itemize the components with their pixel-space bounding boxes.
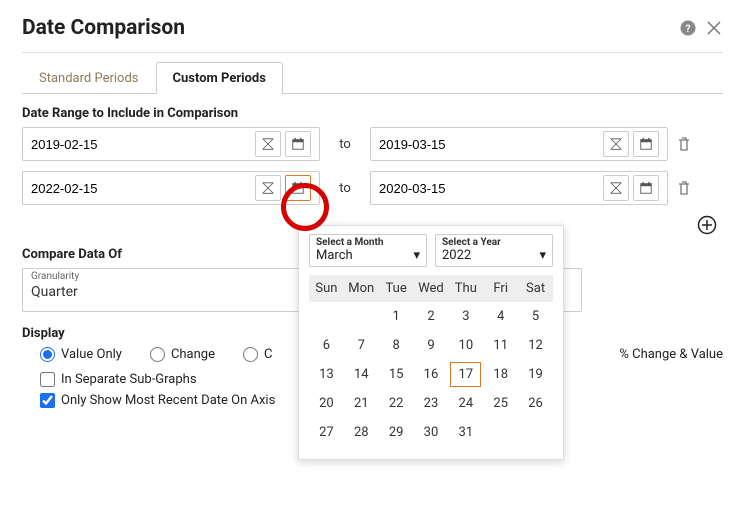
calendar-day[interactable]: 19	[518, 360, 553, 389]
calendar-day[interactable]: 24	[448, 389, 483, 418]
to-label: to	[328, 181, 362, 196]
tab-standard-periods[interactable]: Standard Periods	[22, 62, 156, 94]
calendar-day[interactable]: 13	[309, 360, 344, 389]
calendar-day[interactable]: 18	[483, 360, 518, 389]
dialog-title: Date Comparison	[22, 16, 185, 40]
calendar-day[interactable]: 26	[518, 389, 553, 418]
calendar-day[interactable]: 25	[483, 389, 518, 418]
formula-icon[interactable]	[255, 175, 281, 201]
from-date-field[interactable]	[22, 127, 320, 161]
calendar-day[interactable]: 28	[344, 418, 379, 447]
calendar-day[interactable]: 5	[518, 302, 553, 331]
date-range-section-label: Date Range to Include in Comparison	[22, 106, 723, 121]
pct-change-value-label: % Change & Value	[619, 347, 723, 362]
tabs: Standard Periods Custom Periods	[22, 61, 723, 94]
calendar-day[interactable]: 11	[483, 331, 518, 360]
checkbox-recent-axis-input[interactable]	[40, 393, 55, 408]
help-icon[interactable]: ?	[679, 19, 697, 37]
to-date-input[interactable]	[379, 137, 599, 152]
close-icon[interactable]	[705, 19, 723, 37]
chevron-down-icon: ▾	[413, 248, 420, 263]
calendar-day[interactable]: 21	[344, 389, 379, 418]
calendar-icon[interactable]	[285, 175, 311, 201]
calendar-day-header: Thu	[448, 275, 483, 302]
formula-icon[interactable]	[603, 175, 629, 201]
calendar-grid: SunMonTueWedThuFriSat..12345678910111213…	[309, 275, 553, 447]
delete-row-icon[interactable]	[676, 180, 696, 196]
from-date-input[interactable]	[31, 181, 251, 196]
calendar-day[interactable]: 8	[379, 331, 414, 360]
calendar-day[interactable]: 15	[379, 360, 414, 389]
calendar-day[interactable]: 9	[414, 331, 449, 360]
from-date-field[interactable]	[22, 171, 320, 205]
date-range-row: to	[22, 171, 723, 205]
to-label: to	[328, 137, 362, 152]
calendar-day-header: Mon	[344, 275, 379, 302]
radio-partial[interactable]: C	[243, 347, 272, 362]
calendar-day[interactable]: 4	[483, 302, 518, 331]
calendar-day[interactable]: 20	[309, 389, 344, 418]
calendar-day[interactable]: 22	[379, 389, 414, 418]
radio-change-label: Change	[171, 347, 215, 362]
formula-icon[interactable]	[255, 131, 281, 157]
to-date-field[interactable]	[370, 127, 668, 161]
radio-value-only-input[interactable]	[40, 347, 55, 362]
checkbox-sub-graphs-input[interactable]	[40, 372, 55, 387]
calendar-day[interactable]: 30	[414, 418, 449, 447]
year-select-value: 2022	[442, 248, 471, 263]
radio-value-only-label: Value Only	[61, 347, 122, 362]
calendar-day[interactable]: 14	[344, 360, 379, 389]
calendar-day[interactable]: 3	[448, 302, 483, 331]
chevron-down-icon: ▾	[539, 248, 546, 263]
year-select[interactable]: Select a Year 2022 ▾	[435, 234, 553, 267]
radio-partial-input[interactable]	[243, 347, 258, 362]
radio-partial-label: C	[264, 347, 272, 362]
checkbox-recent-axis-label: Only Show Most Recent Date On Axis	[61, 393, 275, 408]
calendar-day[interactable]: 7	[344, 331, 379, 360]
calendar-day[interactable]: 17	[448, 360, 483, 389]
add-row-icon[interactable]	[697, 215, 717, 235]
to-date-field[interactable]	[370, 171, 668, 205]
month-select-value: March	[316, 248, 353, 263]
calendar-day[interactable]: 1	[379, 302, 414, 331]
calendar-day[interactable]: 10	[448, 331, 483, 360]
calendar-day[interactable]: 16	[414, 360, 449, 389]
to-date-input[interactable]	[379, 181, 599, 196]
calendar-day[interactable]: 2	[414, 302, 449, 331]
formula-icon[interactable]	[603, 131, 629, 157]
month-select[interactable]: Select a Month March ▾	[309, 234, 427, 267]
calendar-day-header: Fri	[483, 275, 518, 302]
calendar-icon[interactable]	[633, 175, 659, 201]
calendar-day[interactable]: 31	[448, 418, 483, 447]
radio-change-input[interactable]	[150, 347, 165, 362]
svg-text:?: ?	[685, 22, 690, 35]
calendar-icon[interactable]	[285, 131, 311, 157]
calendar-day-header: Tue	[379, 275, 414, 302]
calendar-icon[interactable]	[633, 131, 659, 157]
calendar-day-header: Wed	[414, 275, 449, 302]
date-range-row: to	[22, 127, 723, 161]
calendar-day[interactable]: 12	[518, 331, 553, 360]
from-date-input[interactable]	[31, 137, 251, 152]
month-select-label: Select a Month	[316, 237, 420, 248]
delete-row-icon[interactable]	[676, 136, 696, 152]
calendar-day-header: Sat	[518, 275, 553, 302]
calendar-day[interactable]: 29	[379, 418, 414, 447]
checkbox-sub-graphs-label: In Separate Sub-Graphs	[61, 372, 197, 387]
radio-value-only[interactable]: Value Only	[40, 347, 122, 362]
year-select-label: Select a Year	[442, 237, 546, 248]
dialog-header: Date Comparison ?	[22, 16, 723, 53]
radio-change[interactable]: Change	[150, 347, 215, 362]
datepicker-popup: Select a Month March▾ Select a Year 2022…	[298, 225, 564, 460]
calendar-day[interactable]: 23	[414, 389, 449, 418]
calendar-day-header: Sun	[309, 275, 344, 302]
tab-custom-periods[interactable]: Custom Periods	[156, 62, 283, 94]
calendar-day[interactable]: 27	[309, 418, 344, 447]
calendar-day[interactable]: 6	[309, 331, 344, 360]
